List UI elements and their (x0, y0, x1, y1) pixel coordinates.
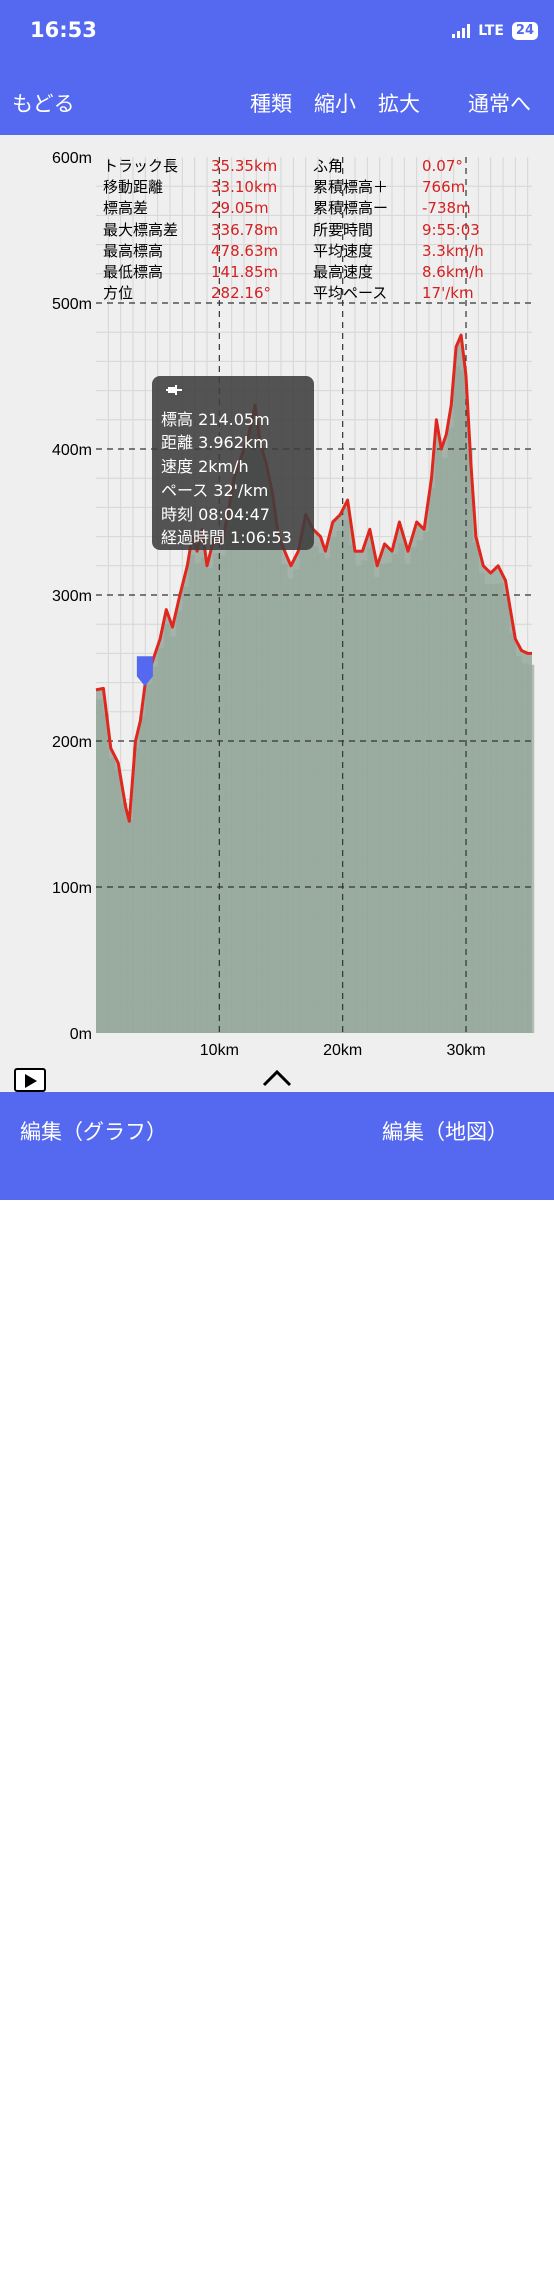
y-tick-label: 100m (52, 880, 92, 897)
stat-label: トラック長 (103, 157, 179, 175)
stat-value: 17'/km (422, 284, 474, 303)
tooltip-elapsed: 経過時間 1:06:53 (161, 528, 292, 547)
bottom-toolbar: 編集（グラフ） 編集（地図） (0, 1092, 554, 2279)
stat-label: 平均速度 (313, 241, 374, 260)
track-stats-table: トラック長 35.35km ふ角 0.07° 移動距離 33.10km 累積標高… (103, 156, 502, 304)
stat-label: 最高速度 (313, 262, 374, 281)
stat-value: 9:55:03 (422, 220, 480, 239)
stat-label: 所要時間 (313, 220, 374, 239)
tooltip-elevation: 標高 214.05m (161, 410, 270, 429)
stat-label: 累積標高＋ (313, 178, 389, 197)
y-tick-label: 300m (52, 588, 92, 605)
stat-value: 282.16° (211, 284, 271, 303)
stat-label: 最高標高 (103, 241, 164, 260)
stat-value: 336.78m (211, 220, 279, 239)
normal-view-button[interactable]: 通常へ (468, 88, 531, 118)
stat-value: 0.07° (422, 157, 463, 175)
type-button[interactable]: 種類 (250, 88, 292, 118)
home-indicator (183, 2273, 371, 2279)
stat-label: 標高差 (103, 199, 149, 218)
stats-row: 最高標高 478.63m 平均速度 3.3km/h (103, 241, 502, 262)
stat-label: 移動距離 (103, 178, 164, 197)
y-tick-label: 200m (52, 734, 92, 751)
network-type: LTE (478, 23, 504, 39)
stats-row: 最低標高 141.85m 最高速度 8.6km/h (103, 262, 502, 283)
tooltip-pace: ペース 32'/km (161, 481, 269, 500)
tooltip-time: 時刻 08:04:47 (161, 505, 270, 524)
top-navigation-bar: 16:53 LTE 24 もどる 種類 縮小 拡大 通常へ (0, 0, 554, 135)
stats-row: 移動距離 33.10km 累積標高＋ 766m (103, 177, 502, 198)
y-tick-label: 400m (52, 442, 92, 459)
stat-value: 35.35km (211, 157, 278, 175)
edit-map-button[interactable]: 編集（地図） (382, 1116, 508, 1146)
back-button[interactable]: もどる (12, 88, 75, 118)
x-axis-labels: 10km 20km 30km (200, 1042, 486, 1059)
stats-row: トラック長 35.35km ふ角 0.07° (103, 156, 502, 177)
stat-label: 最大標高差 (103, 220, 179, 239)
y-tick-label: 600m (52, 150, 92, 167)
x-tick-label: 30km (446, 1042, 485, 1059)
stat-value: 478.63m (211, 241, 279, 260)
edit-graph-button[interactable]: 編集（グラフ） (20, 1116, 167, 1146)
y-axis-labels: 0m 100m 200m 300m 400m 500m 600m (52, 150, 92, 1043)
stats-row: 標高差 29.05m 累積標高ー -738m (103, 198, 502, 219)
play-icon (25, 1074, 37, 1088)
x-tick-label: 10km (200, 1042, 239, 1059)
stat-value: 33.10km (211, 178, 278, 197)
stat-value: 766m (422, 178, 466, 197)
stat-value: 8.6km/h (422, 262, 484, 281)
stat-value: -738m (422, 199, 471, 218)
stat-label: 最低標高 (103, 262, 164, 281)
stat-label: 平均ペース (313, 284, 388, 303)
battery-icon: 24 (511, 22, 538, 40)
y-tick-label: 500m (52, 296, 92, 313)
status-time: 16:53 (30, 18, 97, 42)
pin-icon[interactable] (166, 382, 182, 400)
zoom-out-button[interactable]: 縮小 (314, 88, 356, 118)
stats-row: 方位 282.16° 平均ペース 17'/km (103, 283, 502, 304)
x-tick-label: 20km (323, 1042, 362, 1059)
stat-value: 29.05m (211, 199, 269, 218)
point-info-tooltip[interactable]: 標高 214.05m 距離 3.962km 速度 2km/h ペース 32'/k… (152, 376, 314, 550)
zoom-in-button[interactable]: 拡大 (378, 88, 420, 118)
y-tick-label: 0m (70, 1026, 92, 1043)
tooltip-speed: 速度 2km/h (161, 457, 249, 476)
stats-row: 最大標高差 336.78m 所要時間 9:55:03 (103, 220, 502, 241)
play-button[interactable] (14, 1068, 46, 1092)
stat-label: ふ角 (313, 157, 344, 175)
status-indicators: LTE 24 (452, 22, 538, 40)
signal-icon (452, 24, 471, 38)
tooltip-distance: 距離 3.962km (161, 433, 269, 452)
chevron-up-icon[interactable] (262, 1068, 292, 1092)
stat-value: 3.3km/h (422, 241, 484, 260)
stat-value: 141.85m (211, 262, 279, 281)
stat-label: 累積標高ー (313, 199, 389, 218)
stat-label: 方位 (103, 284, 134, 303)
